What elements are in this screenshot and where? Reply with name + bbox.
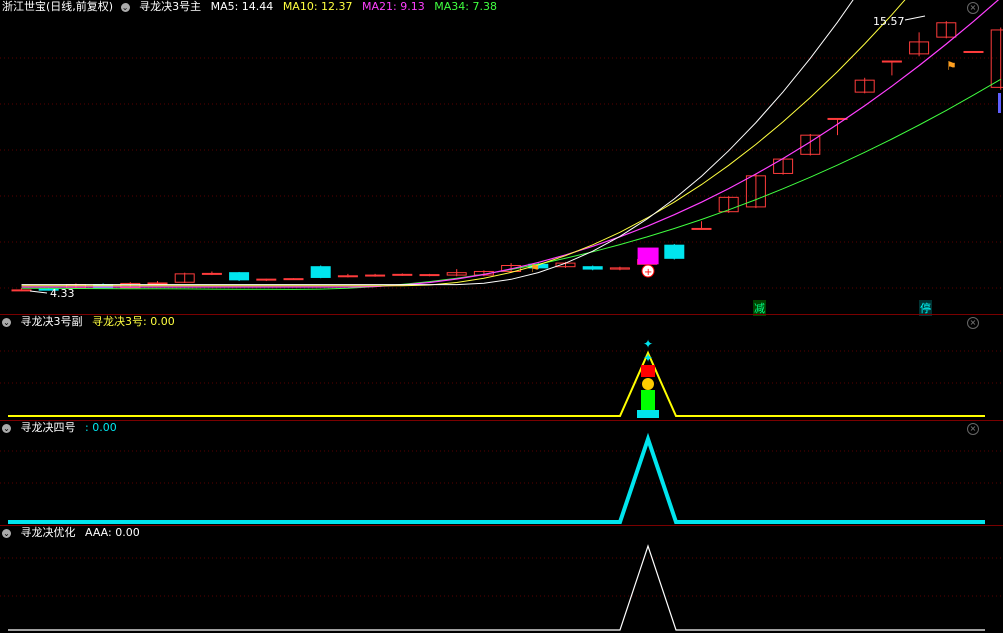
red-block bbox=[641, 365, 655, 377]
candle-body bbox=[256, 278, 277, 281]
buy-marker-plus: + bbox=[644, 267, 652, 278]
scroll-marker bbox=[998, 93, 1001, 113]
candle-body bbox=[283, 278, 304, 281]
candle-body bbox=[337, 275, 358, 278]
low-pointer bbox=[29, 290, 48, 294]
ma34-line bbox=[21, 78, 1001, 290]
xld3-line bbox=[8, 350, 985, 417]
candle-body bbox=[582, 266, 603, 270]
candle-body bbox=[310, 266, 331, 278]
candle-body bbox=[963, 50, 984, 53]
candle-body bbox=[229, 272, 250, 281]
runner-icon: ⚑ bbox=[946, 59, 957, 73]
high-price-label: 15.57 bbox=[873, 15, 905, 28]
money-bag-icon bbox=[642, 378, 654, 390]
panel2-chart: ✦✦ bbox=[0, 337, 1003, 418]
low-price-label: 4.33 bbox=[50, 287, 75, 300]
high-pointer bbox=[904, 15, 926, 21]
sub-panel-xld4[interactable]: ⌄ 寻龙决四号 : 0.00 × bbox=[0, 421, 1003, 525]
aaa-line bbox=[8, 544, 985, 631]
candle-body bbox=[365, 274, 386, 277]
butterfly-icon: ✦ bbox=[643, 337, 653, 351]
signal-candle bbox=[637, 247, 659, 265]
candle-body bbox=[11, 289, 32, 292]
candle-body bbox=[201, 272, 222, 275]
butterfly-icon: ✦ bbox=[643, 351, 653, 365]
sub-panel-xld-opt[interactable]: ⌄ 寻龙决优化 AAA: 0.00 bbox=[0, 526, 1003, 633]
candle-body bbox=[147, 282, 168, 285]
candle-body bbox=[392, 273, 413, 276]
panel3-chart bbox=[0, 432, 1003, 524]
candle-body bbox=[691, 227, 712, 230]
ma21-line bbox=[21, 0, 1000, 288]
panel4-chart bbox=[0, 544, 1003, 631]
sub-panel-xld3-fu[interactable]: ⌄ 寻龙决3号副 寻龙决3号: 0.00 × ✦ ✦ bbox=[0, 315, 1003, 420]
main-chart-panel[interactable]: 浙江世宝(日线,前复权) ⌄ 寻龙决3号主 MA5: 14.44 MA10: 1… bbox=[0, 0, 1003, 316]
runner-icon: ⚑ bbox=[530, 262, 540, 275]
green-block bbox=[641, 390, 655, 410]
candle-body bbox=[881, 60, 902, 63]
candle-body bbox=[419, 274, 440, 277]
cyan-base-block bbox=[637, 410, 659, 418]
ma10-line bbox=[21, 0, 906, 287]
candlestick-chart[interactable]: + ⚑ ⚑ bbox=[0, 0, 1003, 314]
candle-body bbox=[990, 29, 1003, 88]
candle-body bbox=[664, 244, 685, 259]
